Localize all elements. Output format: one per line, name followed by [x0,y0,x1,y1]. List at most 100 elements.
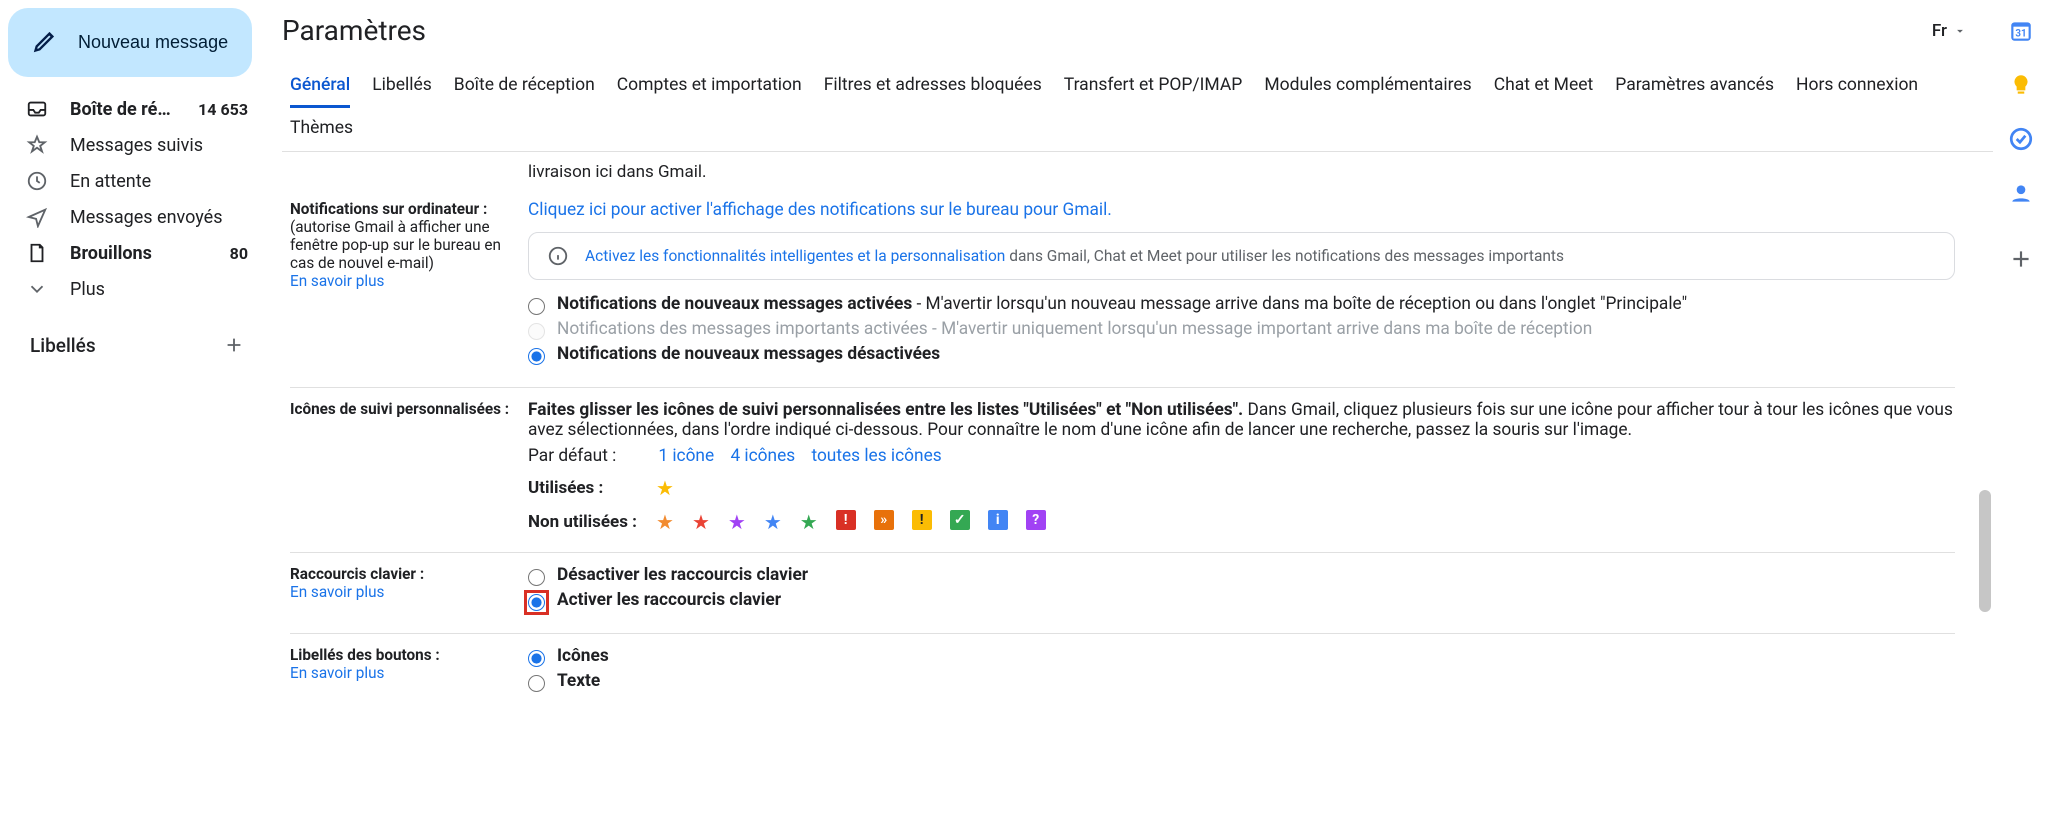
btnlabel-text[interactable]: Texte [528,671,1955,692]
shortcuts-on[interactable]: Activer les raccourcis clavier [528,590,1955,611]
contacts-icon[interactable] [2008,180,2034,206]
tab-labels[interactable]: Libellés [372,65,432,108]
label-yellow-bang-icon[interactable]: ! [912,510,932,530]
send-icon [26,206,48,228]
star-icon [26,134,48,156]
unused-label: Non utilisées : [528,512,638,532]
label-purple-question-icon[interactable]: ? [1026,510,1046,530]
tab-accounts[interactable]: Comptes et importation [617,65,802,108]
folder-label: Boîte de récept… [70,99,176,120]
notif-option-important: Notifications des messages importants ac… [528,319,1955,340]
notif-option-off[interactable]: Notifications de nouveaux messages désac… [528,344,1955,365]
radio-input[interactable] [528,594,545,611]
row-button-labels: Libellés des boutons : En savoir plus Ic… [290,634,1955,714]
radio-input [528,323,545,340]
svg-text:31: 31 [2015,28,2026,39]
pencil-icon [32,26,60,59]
add-label-button[interactable] [220,331,248,359]
sidebar-item-snoozed[interactable]: En attente [8,163,262,199]
chevron-down-icon [26,278,48,300]
btnlabel-icons[interactable]: Icônes [528,646,1955,667]
folder-label: Brouillons [70,243,208,264]
tab-inbox[interactable]: Boîte de réception [454,65,595,108]
sidebar-item-starred[interactable]: Messages suivis [8,127,262,163]
tab-filters[interactable]: Filtres et adresses bloquées [824,65,1042,108]
folder-count: 80 [230,244,248,263]
enable-desktop-notif-link[interactable]: Cliquez ici pour activer l'affichage des… [528,200,1112,220]
radio-input[interactable] [528,348,545,365]
main: Paramètres Fr Général Libellés Boîte de … [262,0,1993,813]
notif-option-on[interactable]: Notifications de nouveaux messages activ… [528,294,1955,315]
keep-icon[interactable] [2008,72,2034,98]
side-panel: 31 [1993,0,2048,813]
settings-tabs: Général Libellés Boîte de réception Comp… [282,65,1993,152]
compose-label: Nouveau message [78,32,228,53]
preset-4-stars[interactable]: 4 icônes [730,446,795,466]
row-shortcuts: Raccourcis clavier : En savoir plus Désa… [290,553,1955,634]
calendar-icon[interactable]: 31 [2008,18,2034,44]
folder-list: Boîte de récept… 14 653 Messages suivis … [8,91,262,307]
tab-chat[interactable]: Chat et Meet [1494,65,1594,108]
row-heading: Raccourcis clavier : [290,565,424,583]
label-orange-chevrons-icon[interactable]: » [874,510,894,530]
folder-label: Plus [70,279,248,300]
label-green-check-icon[interactable]: ✓ [950,510,970,530]
language-select[interactable]: Fr [1924,17,1975,45]
scrollbar-thumb[interactable] [1979,490,1991,612]
label-red-bang-icon[interactable]: ! [836,510,856,530]
smart-features-link[interactable]: Activez les fonctionnalités intelligente… [585,247,1005,265]
star-orange-icon[interactable]: ★ [656,510,674,534]
row-heading: Notifications sur ordinateur : [290,200,487,218]
truncated-prev-row: livraison ici dans Gmail. [290,162,1955,182]
info-box: Activez les fonctionnalités intelligente… [528,232,1955,280]
sidebar-item-inbox[interactable]: Boîte de récept… 14 653 [8,91,262,127]
defaults-label: Par défaut : [528,446,616,466]
caret-down-icon [1953,24,1967,38]
star-purple-icon[interactable]: ★ [728,510,746,534]
inbox-icon [26,98,48,120]
preset-1-star[interactable]: 1 icône [658,446,714,466]
sidebar-item-sent[interactable]: Messages envoyés [8,199,262,235]
star-red-icon[interactable]: ★ [692,510,710,534]
get-addons-button[interactable] [2008,246,2034,272]
radio-input[interactable] [528,650,545,667]
clock-icon [26,170,48,192]
settings-content[interactable]: livraison ici dans Gmail. Notifications … [282,152,1993,813]
folder-label: En attente [70,171,248,192]
row-notifications: Notifications sur ordinateur : (autorise… [290,188,1955,388]
info-icon [547,245,569,267]
star-yellow-icon[interactable]: ★ [656,476,674,500]
tab-addons[interactable]: Modules complémentaires [1264,65,1471,108]
star-blue-icon[interactable]: ★ [764,510,782,534]
tab-forwarding[interactable]: Transfert et POP/IMAP [1064,65,1243,108]
learn-more-link[interactable]: En savoir plus [290,272,384,290]
file-icon [26,242,48,264]
learn-more-link[interactable]: En savoir plus [290,583,384,601]
tasks-icon[interactable] [2008,126,2034,152]
sidebar-item-more[interactable]: Plus [8,271,262,307]
radio-input[interactable] [528,298,545,315]
star-green-icon[interactable]: ★ [800,510,818,534]
preset-all-stars[interactable]: toutes les icônes [811,446,941,466]
compose-button[interactable]: Nouveau message [8,8,252,77]
tab-general[interactable]: Général [290,65,350,108]
folder-count: 14 653 [198,100,248,119]
label-blue-info-icon[interactable]: i [988,510,1008,530]
tab-offline[interactable]: Hors connexion [1796,65,1918,108]
used-label: Utilisées : [528,478,638,498]
sidebar-item-drafts[interactable]: Brouillons 80 [8,235,262,271]
learn-more-link[interactable]: En savoir plus [290,664,384,682]
row-heading: Icônes de suivi personnalisées : [290,400,509,418]
row-heading: Libellés des boutons : [290,646,440,664]
folder-label: Messages suivis [70,135,248,156]
radio-input[interactable] [528,569,545,586]
radio-input[interactable] [528,675,545,692]
labels-header: Libellés [8,307,262,367]
tab-themes[interactable]: Thèmes [290,108,353,151]
shortcuts-off[interactable]: Désactiver les raccourcis clavier [528,565,1955,586]
labels-title: Libellés [30,334,96,357]
folder-label: Messages envoyés [70,207,248,228]
tab-advanced[interactable]: Paramètres avancés [1615,65,1774,108]
sidebar: Nouveau message Boîte de récept… 14 653 … [0,0,262,813]
page-title: Paramètres [282,14,426,47]
